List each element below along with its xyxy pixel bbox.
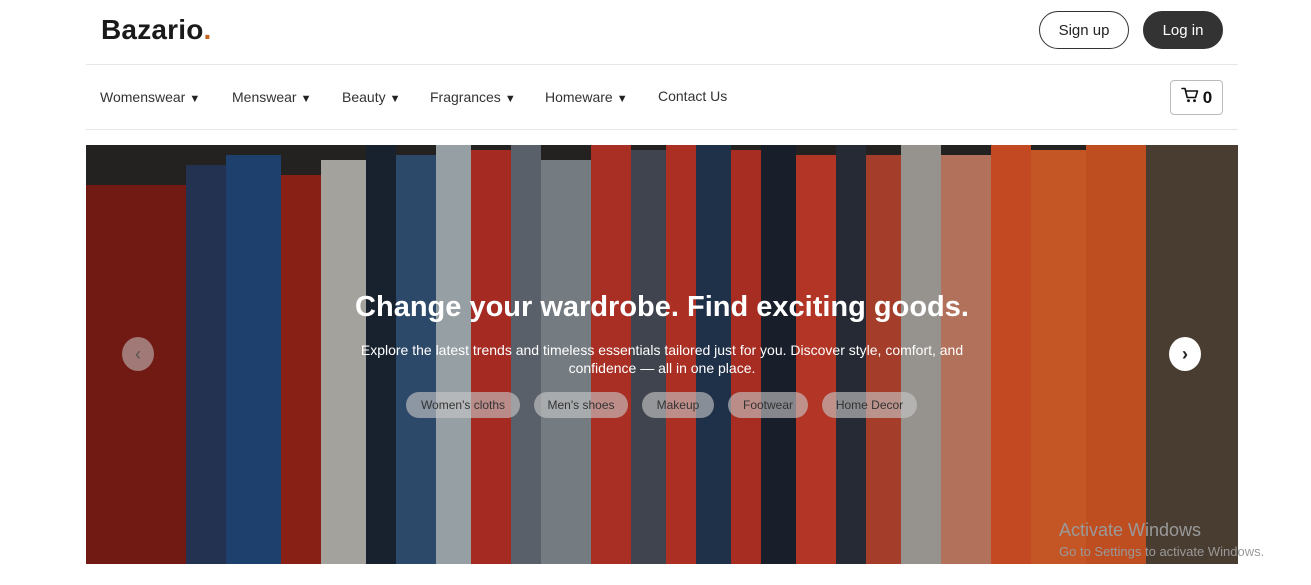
cart-count: 0	[1202, 87, 1213, 107]
watermark-title: Activate Windows	[1059, 520, 1202, 540]
chevron-right-icon: ›	[1182, 343, 1188, 364]
signup-button[interactable]: Sign up	[1039, 11, 1129, 49]
main-nav: Womenswear ▼ Menswear ▼ Beauty ▼ Fragrances…	[86, 65, 1238, 130]
nav-item-womenswear[interactable]: Womenswear ▼	[100, 89, 200, 105]
caret-down-icon: ▼	[504, 93, 516, 105]
chip-home-decor[interactable]: Home Decor	[822, 392, 917, 418]
logo[interactable]: Bazario.	[101, 14, 212, 46]
category-chips: Women's cloths Men's shoes Makeup Footwe…	[86, 392, 1238, 418]
chevron-left-icon: ‹	[135, 343, 141, 364]
hero-carousel: Change your wardrobe. Find exciting good…	[86, 145, 1238, 564]
login-button[interactable]: Log in	[1143, 11, 1223, 49]
chip-mens-shoes[interactable]: Men's shoes	[534, 392, 628, 418]
nav-item-beauty[interactable]: Beauty ▼	[342, 89, 400, 105]
logo-dot: .	[203, 14, 212, 45]
nav-item-menswear[interactable]: Menswear ▼	[232, 89, 311, 105]
caret-down-icon: ▼	[616, 93, 628, 105]
hero-subtitle: Explore the latest trends and timeless e…	[360, 342, 964, 376]
cart-button[interactable]: 0	[1170, 80, 1223, 115]
carousel-prev-button[interactable]: ‹	[122, 337, 154, 371]
windows-activation-watermark: Activate Windows Go to Settings to activ…	[1059, 520, 1264, 559]
chip-makeup[interactable]: Makeup	[642, 392, 714, 418]
hero-title: Change your wardrobe. Find exciting good…	[355, 291, 969, 323]
nav-item-contact-us[interactable]: Contact Us	[658, 88, 727, 104]
site-header: Bazario. Sign up Log in	[86, 0, 1238, 65]
caret-down-icon: ▼	[189, 93, 201, 105]
chip-footwear[interactable]: Footwear	[728, 392, 808, 418]
nav-item-fragrances[interactable]: Fragrances ▼	[430, 89, 516, 105]
watermark-subtitle: Go to Settings to activate Windows.	[1059, 544, 1265, 559]
cart-icon	[1180, 87, 1199, 108]
carousel-next-button[interactable]: ›	[1169, 337, 1201, 371]
chip-womens-cloths[interactable]: Women's cloths	[406, 392, 520, 418]
caret-down-icon: ▼	[300, 93, 312, 105]
nav-item-homeware[interactable]: Homeware ▼	[545, 89, 628, 105]
caret-down-icon: ▼	[389, 93, 401, 105]
